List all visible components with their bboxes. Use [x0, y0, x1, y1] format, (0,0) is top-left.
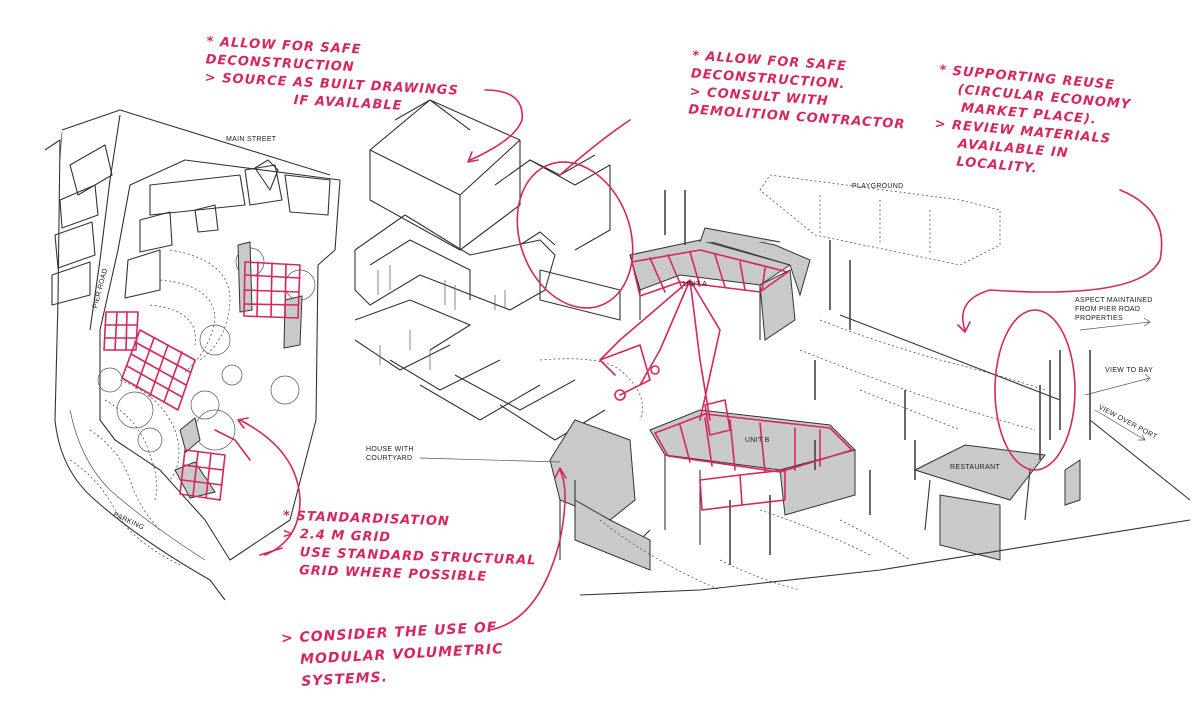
aspect-label-line-2: FROM PIER ROAD — [1075, 306, 1141, 313]
note-modular: > Consider the use of modular volumetric… — [280, 616, 505, 694]
unit-a-label: UNIT A — [683, 281, 708, 288]
house-label-line-1: HOUSE WITH — [366, 446, 414, 453]
house-with-courtyard-label: HOUSE WITH COURTYARD — [366, 445, 414, 463]
note-safe-deconstruction-center: * Allow for safe Deconstruction. > Consu… — [688, 48, 910, 135]
note-safe-deconstruction-left: * Allow for safe Deconstruction > Source… — [203, 33, 461, 118]
unit-b-label: UNIT B — [745, 437, 770, 444]
main-street-label: MAIN STREET — [226, 136, 277, 143]
restaurant-label: RESTAURANT — [950, 464, 1000, 471]
aspect-label-line-3: PROPERTIES — [1075, 315, 1123, 322]
aspect-label: ASPECT MAINTAINED FROM PIER ROAD PROPERT… — [1075, 296, 1153, 323]
note-supporting-reuse: * Supporting reuse (Circular economy mar… — [931, 62, 1134, 187]
view-to-bay-label: VIEW TO BAY — [1105, 367, 1154, 374]
house-label-line-2: COURTYARD — [366, 455, 413, 462]
playground-label: PLAYGROUND — [852, 183, 904, 190]
note-standardisation: * Standardisation > 2.4 m grid Use stand… — [281, 508, 538, 589]
aspect-label-line-1: ASPECT MAINTAINED — [1075, 297, 1153, 304]
